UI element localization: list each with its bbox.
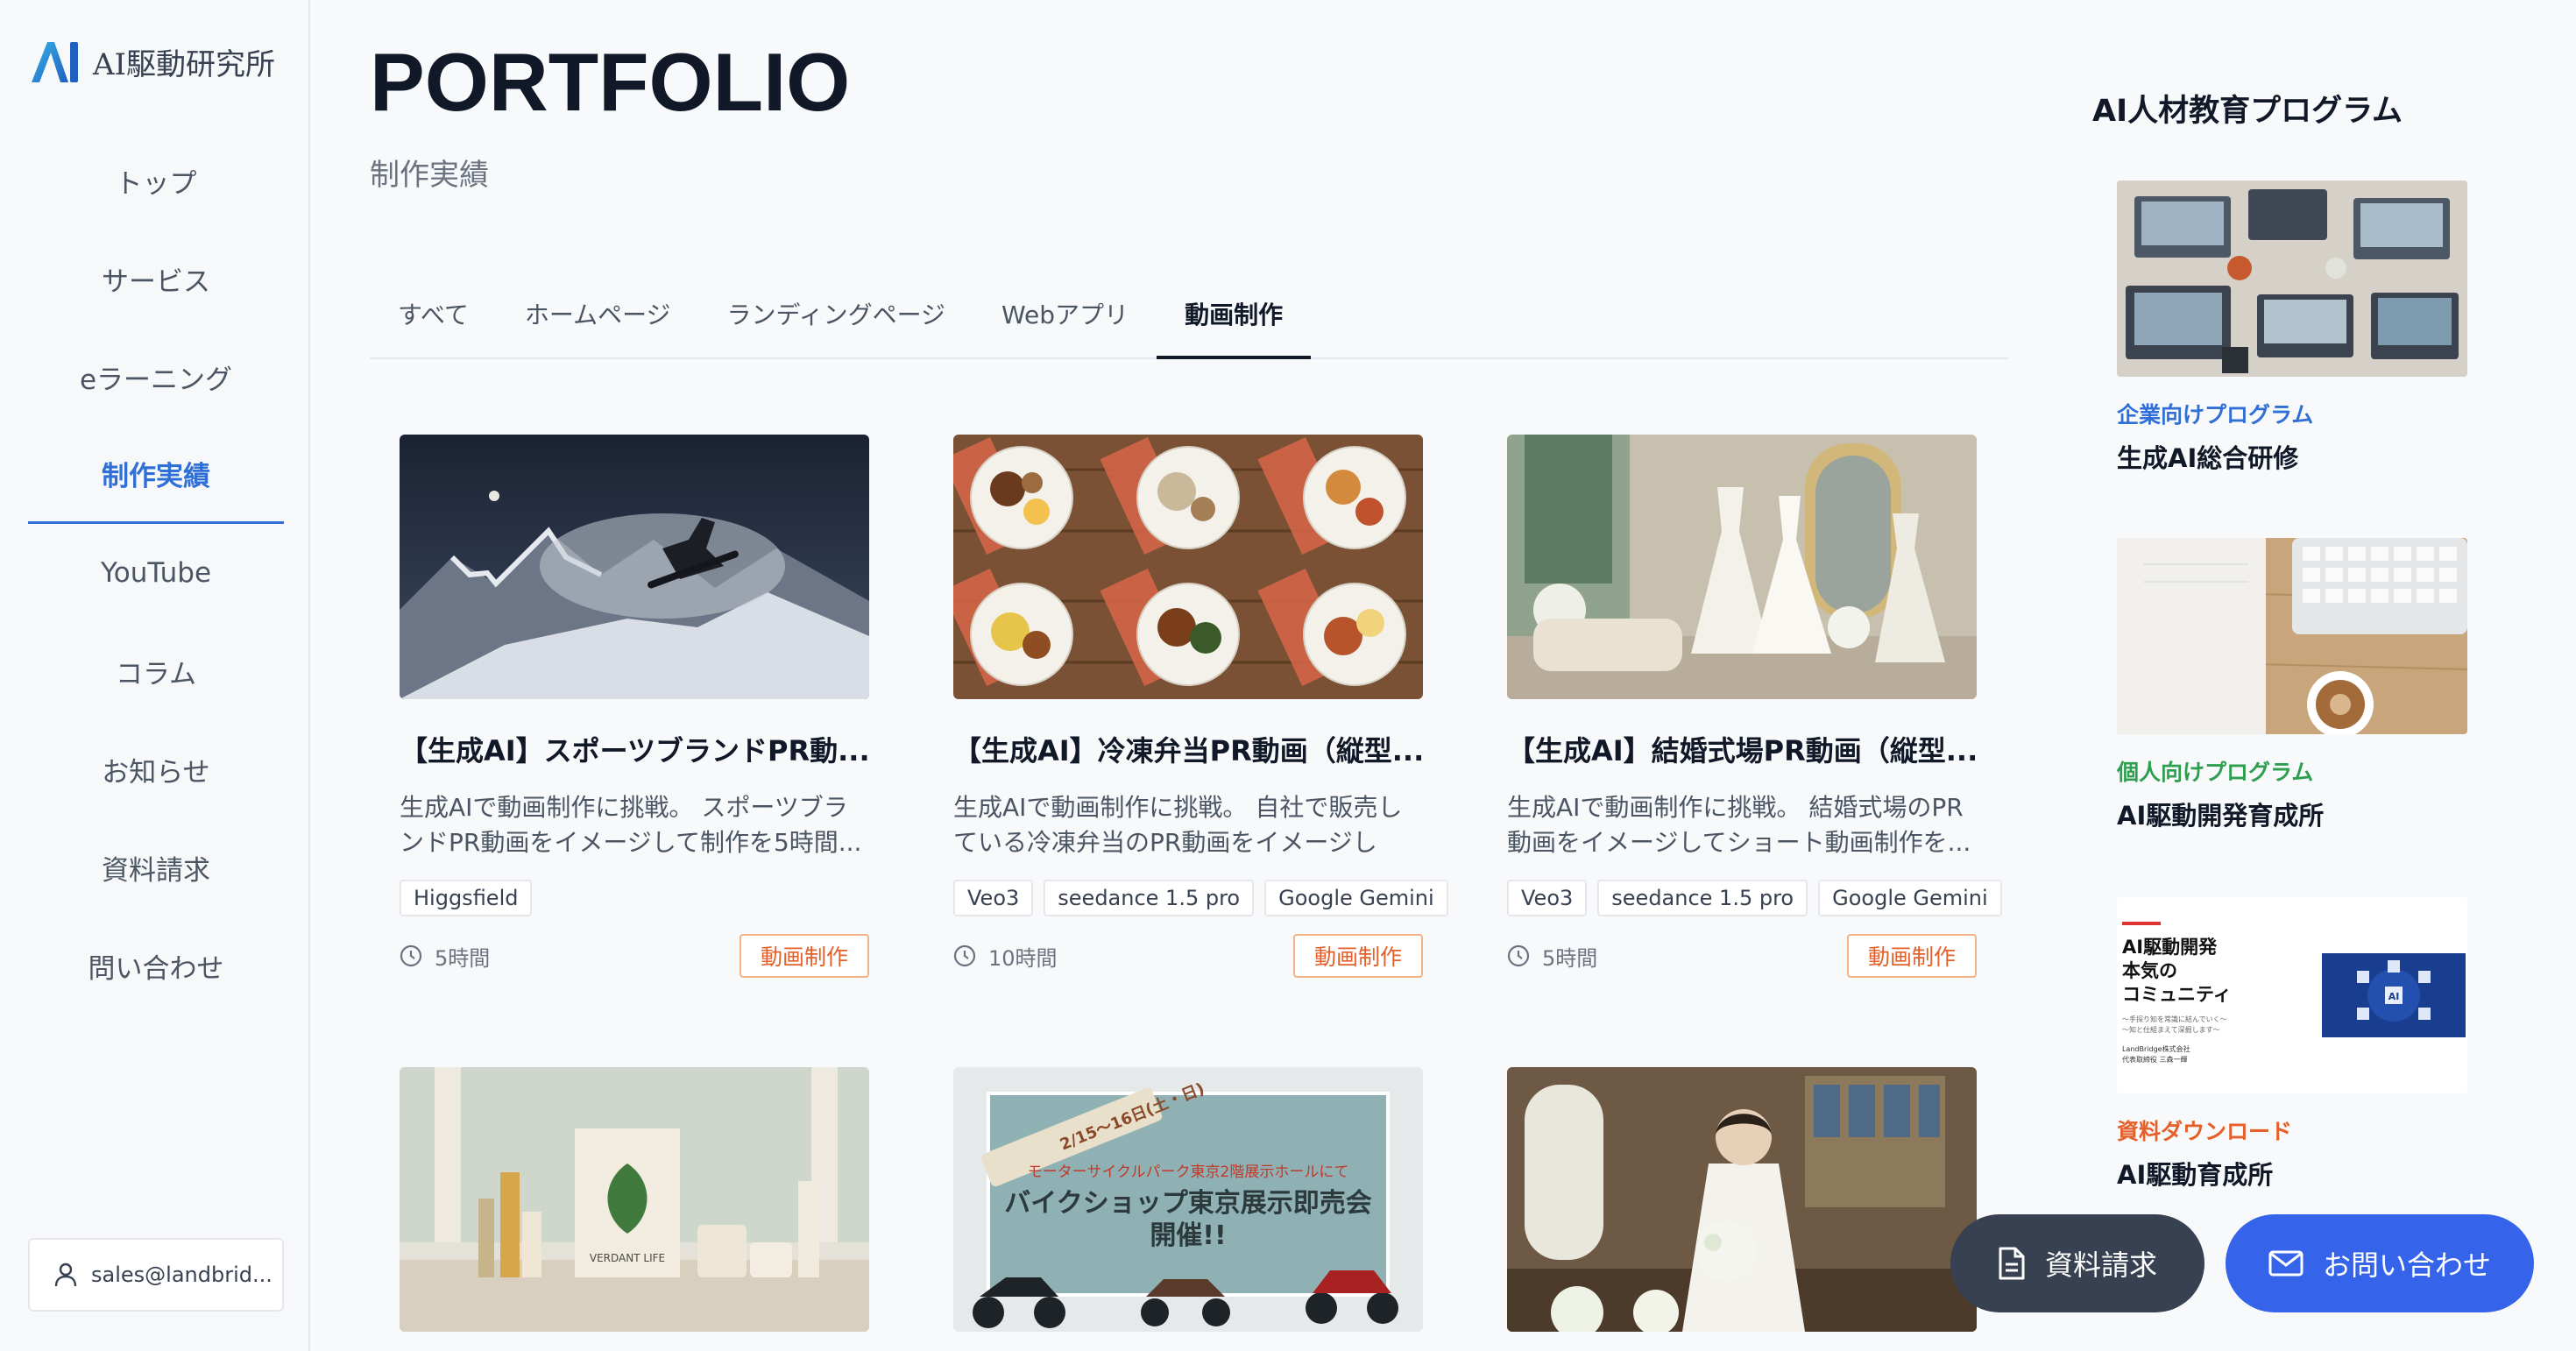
portfolio-card[interactable]: 2/15〜16日(土・日) モーターサイクルパーク東京2階展示ホールにて バイク… [953, 1067, 1423, 1332]
portfolio-card[interactable]: 【生成AI】結婚式場PR動画（縦型... 生成AIで動画制作に挑戦。 結婚式場の… [1507, 435, 2002, 978]
portfolio-card[interactable] [1507, 1067, 1977, 1332]
category-badge[interactable]: 動画制作 [739, 934, 869, 978]
card-tags: Veo3 seedance 1.5 pro Google Gemini [953, 880, 1448, 916]
promo-card[interactable]: 個人向けプログラム AI駆動開発育成所 [2117, 538, 2467, 832]
promo-tag: 資料ダウンロード [2117, 1119, 2293, 1144]
tab-video-production[interactable]: 動画制作 [1157, 296, 1312, 359]
nav-item-news[interactable]: お知らせ [28, 720, 284, 818]
bike-event-title: バイクショップ東京展示即売会 [1004, 1188, 1371, 1219]
promo-name[interactable]: AI駆動開発育成所 [2117, 796, 2467, 832]
portfolio-card[interactable]: 【生成AI】冷凍弁当PR動画（縦型... 生成AIで動画制作に挑戦。 自社で販売… [953, 435, 1448, 978]
brand-name: AI駆動研究所 [93, 46, 275, 82]
nav-item-youtube[interactable]: YouTube [28, 524, 284, 622]
nav-item-documents[interactable]: 資料請求 [28, 818, 284, 916]
document-icon [1999, 1247, 2025, 1280]
bike-event-title-2: 開催!! [1150, 1220, 1226, 1251]
duration: 5時間 [1507, 941, 1597, 972]
duration-text: 5時間 [435, 945, 491, 971]
tab-landing-page[interactable]: ランディングページ [699, 296, 973, 357]
clock-icon [400, 944, 422, 967]
promo-name[interactable]: AI駆動育成所 [2117, 1155, 2467, 1192]
nav-item-elearning[interactable]: eラーニング [28, 328, 284, 426]
promo-tag: 個人向けプログラム [2117, 760, 2314, 785]
card-description: 生成AIで動画制作に挑戦。 結婚式場のPR動画をイメージしてショート動画制作を.… [1507, 793, 1971, 857]
main-content: PORTFOLIO 制作実績 すべて ホームページ ランディングページ Webア… [310, 0, 2054, 1351]
promo-tag: 企業向けプログラム [2117, 402, 2314, 428]
duration: 10時間 [953, 941, 1058, 972]
promo-name[interactable]: 生成AI総合研修 [2117, 438, 2467, 475]
page-title: PORTFOLIO [370, 36, 851, 128]
category-badge[interactable]: 動画制作 [1292, 934, 1423, 978]
education-program-title: AI人材教育プログラム [2092, 94, 2403, 129]
mail-icon [2268, 1250, 2304, 1277]
promo-image-desk [2117, 538, 2467, 734]
card-title[interactable]: 【生成AI】冷凍弁当PR動画（縦型... [953, 729, 1423, 769]
brand-logo[interactable]: AI駆動研究所 [28, 37, 275, 86]
user-icon [54, 1263, 77, 1287]
clock-icon [1507, 944, 1530, 967]
card-thumbnail-bride [1507, 1067, 1977, 1332]
tool-tag: Veo3 [953, 880, 1034, 916]
brochure-company: LandBridge株式会社 代表取締役 三森一輝 [2122, 1045, 2190, 1064]
clock-icon [953, 944, 976, 967]
category-tabs: すべて ホームページ ランディングページ Webアプリ 動画制作 [370, 296, 2008, 359]
card-thumbnail-bike-show: 2/15〜16日(土・日) モーターサイクルパーク東京2階展示ホールにて バイク… [953, 1067, 1423, 1332]
contact-label: お問い合わせ [2322, 1248, 2491, 1282]
brochure-small-text: 〜手探り知を常識に結んでいく〜 〜知と仕組まえて深掘します〜 [2122, 1015, 2227, 1034]
nav-item-contact[interactable]: 問い合わせ [28, 916, 284, 1015]
tab-web-app[interactable]: Webアプリ [973, 296, 1157, 357]
request-documents-label: 資料請求 [2044, 1248, 2157, 1282]
card-meta: 5時間 動画制作 [400, 934, 869, 978]
user-account-button[interactable]: sales@landbrid... [28, 1238, 284, 1312]
nav-item-portfolio[interactable]: 制作実績 [28, 426, 284, 524]
sidebar-nav: トップ サービス eラーニング 制作実績 YouTube コラム お知らせ 資料… [28, 131, 284, 1015]
brochure-headline: AI駆動開発 本気の コミュニティ [2122, 937, 2232, 1005]
page-subtitle: 制作実績 [370, 158, 489, 193]
portfolio-card[interactable]: 【生成AI】スポーツブランドPR動... 生成AIで動画制作に挑戦。 スポーツブ… [400, 435, 869, 978]
promo-card[interactable]: AI駆動開発 本気の コミュニティ 〜手探り知を常識に結んでいく〜 〜知と仕組ま… [2117, 897, 2467, 1192]
duration: 5時間 [400, 941, 490, 972]
card-description: 生成AIで動画制作に挑戦。 スポーツブランドPR動画をイメージして制作を5時間.… [400, 793, 862, 857]
nav-item-column[interactable]: コラム [28, 622, 284, 720]
card-thumbnail-cosmetics: VERDANT LIFE [400, 1067, 869, 1332]
brochure-ai-mark: AI [2388, 991, 2400, 1002]
card-title[interactable]: 【生成AI】結婚式場PR動画（縦型... [1507, 729, 1977, 769]
promo-image-brochure: AI駆動開発 本気の コミュニティ 〜手探り知を常識に結んでいく〜 〜知と仕組ま… [2117, 897, 2467, 1093]
tool-tag: Google Gemini [1818, 880, 2002, 916]
card-tags: Higgsfield [400, 880, 869, 916]
promo-image-workspace [2117, 180, 2467, 377]
contact-button[interactable]: お問い合わせ [2226, 1214, 2534, 1312]
duration-text: 5時間 [1542, 945, 1598, 971]
nav-item-top[interactable]: トップ [28, 131, 284, 230]
sidebar: AI駆動研究所 トップ サービス eラーニング 制作実績 YouTube コラム… [0, 0, 310, 1351]
tool-tag: seedance 1.5 pro [1597, 880, 1808, 916]
card-thumbnail-snowboard [400, 435, 869, 699]
brochure-accent-bar [2122, 922, 2161, 925]
request-documents-button[interactable]: 資料請求 [1950, 1214, 2204, 1312]
bike-event-venue: モーターサイクルパーク東京2階展示ホールにて [1028, 1164, 1349, 1181]
card-thumbnail-wedding-hall [1507, 435, 1977, 699]
cosmetic-brand-label: VERDANT LIFE [590, 1252, 665, 1264]
tab-all[interactable]: すべて [370, 296, 497, 357]
tool-tag: seedance 1.5 pro [1044, 880, 1255, 916]
card-description: 生成AIで動画制作に挑戦。 自社で販売している冷凍弁当のPR動画をイメージして.… [953, 793, 1403, 857]
card-tags: Veo3 seedance 1.5 pro Google Gemini [1507, 880, 2002, 916]
brand-mark-icon [28, 37, 82, 86]
tab-homepage[interactable]: ホームページ [497, 296, 699, 357]
user-email: sales@landbrid... [91, 1263, 272, 1287]
card-thumbnail-bento [953, 435, 1423, 699]
card-meta: 5時間 動画制作 [1507, 934, 1977, 978]
nav-item-services[interactable]: サービス [28, 230, 284, 328]
promo-card[interactable]: 企業向けプログラム 生成AI総合研修 [2117, 180, 2467, 475]
duration-text: 10時間 [988, 945, 1058, 971]
right-panel: AI人材教育プログラム 企業向けプログラム 生成AI総合研修 個人向けプログラム… [2054, 0, 2576, 1351]
brochure-network-graphic: AI [2322, 953, 2466, 1037]
tool-tag: Google Gemini [1264, 880, 1448, 916]
tool-tag: Veo3 [1507, 880, 1588, 916]
category-badge[interactable]: 動画制作 [1846, 934, 1977, 978]
card-meta: 10時間 動画制作 [953, 934, 1423, 978]
portfolio-card[interactable]: VERDANT LIFE [400, 1067, 869, 1332]
card-title[interactable]: 【生成AI】スポーツブランドPR動... [400, 729, 869, 769]
tool-tag: Higgsfield [400, 880, 533, 916]
